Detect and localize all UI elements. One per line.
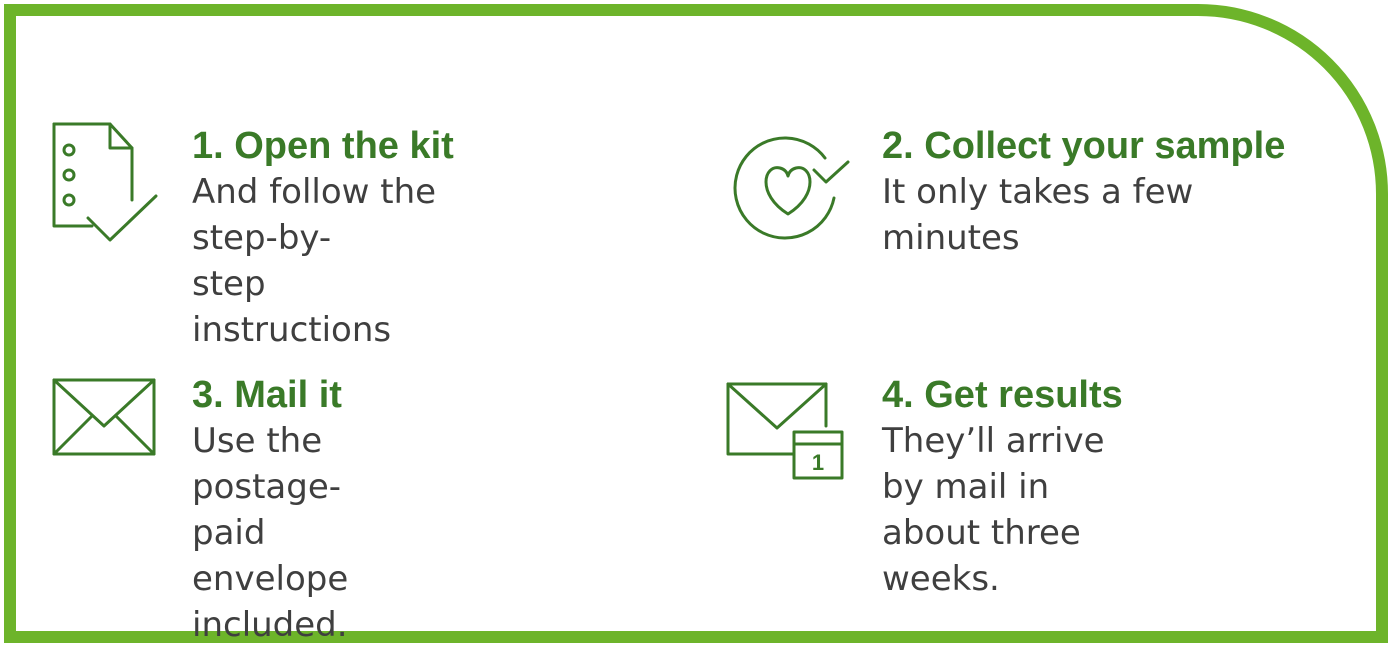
step-description-line: And follow the step-by- [192, 172, 437, 258]
calendar-day: 1 [812, 450, 824, 475]
step-description-line: about three weeks. [882, 513, 1081, 599]
envelope-icon [52, 378, 158, 458]
step-description-line: envelope included. [192, 559, 349, 645]
step-description-line: It only takes a few minutes [882, 172, 1194, 258]
step-title: 1. Open the kit [192, 125, 454, 167]
step-description-line: Use the postage-paid [192, 421, 342, 553]
step-description-line: They’ll arrive by mail in [882, 421, 1105, 507]
document-check-icon [52, 122, 162, 247]
step-title: 3. Mail it [192, 374, 342, 416]
heart-refresh-icon [722, 122, 857, 257]
envelope-calendar-icon: 1 [726, 382, 851, 482]
step-description-line: step instructions [192, 264, 392, 350]
step-title: 4. Get results [882, 374, 1123, 416]
step-title: 2. Collect your sample [882, 125, 1286, 167]
